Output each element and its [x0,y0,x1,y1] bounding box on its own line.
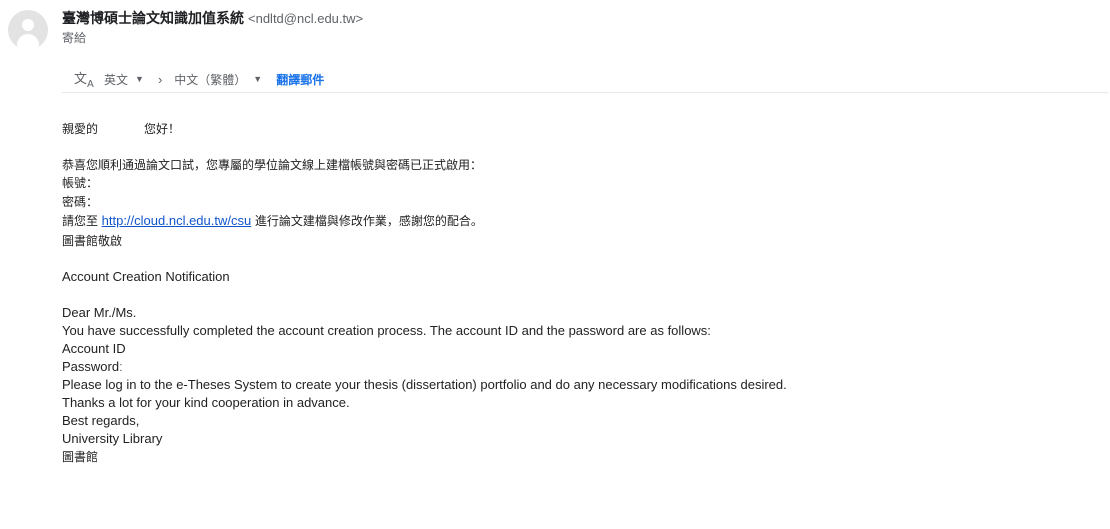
en-intro-line: You have successfully completed the acco… [62,323,711,338]
person-icon-head [22,19,34,31]
cn-signoff: 圖書館敬啟 [62,234,123,248]
sender-avatar[interactable] [8,10,48,50]
chevron-right-icon: › [157,71,163,87]
sender-line: 臺灣博碩士論文知識加值系統 <ndltd@ncl.edu.tw> [62,9,363,28]
en-thanks-line: Thanks a lot for your kind cooperation i… [62,395,350,410]
en-title: Account Creation Notification [62,269,230,284]
cn-visit-prefix: 請您至 [62,214,99,228]
target-language-label: 中文（繁體） [174,72,247,87]
sender-email[interactable]: <ndltd@ncl.edu.tw> [248,11,363,26]
svg-text:A: A [87,79,94,88]
cn-visit-suffix: 進行論文建檔與修改作業，感謝您的配合。 [254,214,483,228]
cn-visit-line: 請您至 http://cloud.ncl.edu.tw/csu 進行論文建檔與修… [62,212,483,230]
en-regards: Best regards, [62,413,140,428]
translate-icon: 文 A [74,72,94,88]
person-icon-body [17,34,39,50]
source-language-dropdown[interactable]: 英文 ▼ [104,71,144,88]
greeting-line: 親愛的 您好！ [62,120,180,138]
translate-bar: 文 A 英文 ▼ › 中文（繁體） ▼ 翻譯郵件 [62,66,1108,93]
translate-message-button[interactable]: 翻譯郵件 [276,71,324,88]
en-login-line: Please log in to the e-Theses System to … [62,377,787,392]
en-account-label: Account ID [62,341,126,356]
en-library: University Library [62,431,163,446]
greeting-prefix: 親愛的 [62,122,99,136]
source-language-label: 英文 [104,72,129,87]
en-password-label: Passwordː [62,359,123,374]
cn-intro-line: 恭喜您順利通過論文口試，您專屬的學位論文線上建檔帳號與密碼已正式啟用： [62,158,483,172]
system-link[interactable]: http://cloud.ncl.edu.tw/csu [102,213,252,228]
cn-account-label: 帳號： [62,176,99,190]
greeting-suffix: 您好！ [144,122,181,136]
sender-name[interactable]: 臺灣博碩士論文知識加值系統 [62,11,244,27]
target-language-dropdown[interactable]: 中文（繁體） ▼ [174,71,262,88]
cn-library: 圖書館 [62,450,99,464]
caret-down-icon: ▼ [135,74,144,84]
svg-text:文: 文 [74,72,87,87]
cn-password-label: 密碼： [62,195,99,209]
caret-down-icon: ▼ [253,74,263,84]
recipient-label[interactable]: 寄給 [62,29,86,47]
en-dear: Dear Mr./Ms. [62,305,137,320]
